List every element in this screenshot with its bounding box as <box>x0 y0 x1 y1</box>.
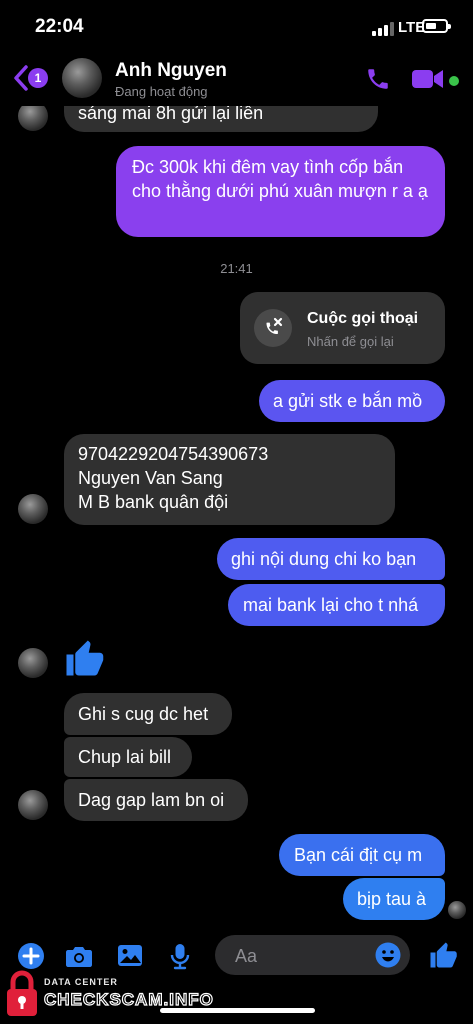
message-text: Đc 300k khi đêm vay tình cốp bắn cho thằ… <box>132 157 428 201</box>
message-incoming[interactable]: 9704229204754390673 Nguyen Van Sang M B … <box>64 434 395 525</box>
message-incoming[interactable]: Dag gap lam bn oi <box>64 779 248 821</box>
time-divider: 21:41 <box>220 261 253 276</box>
message-text: bịp tau à <box>357 889 427 909</box>
thumbs-up-icon[interactable] <box>62 637 106 679</box>
unread-badge[interactable]: 1 <box>28 68 48 88</box>
lock-icon <box>7 970 37 1016</box>
contact-name[interactable]: Anh Nguyen <box>115 60 227 82</box>
sender-avatar[interactable] <box>18 648 48 678</box>
message-outgoing[interactable]: mai bank lại cho t nhá <box>228 584 445 626</box>
seen-avatar <box>448 901 466 919</box>
message-text: Bạn cái địt cụ m <box>294 845 423 865</box>
message-text: mai bank lại cho t nhá <box>243 595 419 615</box>
sender-avatar[interactable] <box>18 494 48 524</box>
bank-name-text: M B bank quân đội <box>78 492 229 512</box>
message-text: Ghi s cug dc het <box>78 704 209 724</box>
video-call-icon[interactable] <box>412 68 444 90</box>
message-outgoing[interactable]: ghi nội dung chi ko bạn <box>217 538 445 580</box>
chat-header: 1 Anh Nguyen Đang hoạt động <box>0 50 473 106</box>
account-number-text: 9704229204754390673 <box>78 444 269 464</box>
message-text: Chup lai bill <box>78 747 172 767</box>
status-time: 22:04 <box>35 16 84 37</box>
signal-icon <box>372 22 394 36</box>
watermark-line2: CHECKSCAM.INFO <box>43 989 214 1009</box>
message-text: ghi nội dung chi ko bạn <box>231 549 417 569</box>
message-text: Dag gap lam bn oi <box>78 790 225 810</box>
message-outgoing[interactable]: Đc 300k khi đêm vay tình cốp bắn cho thằ… <box>116 146 445 237</box>
call-bubble[interactable]: Cuộc gọi thoại Nhấn để gọi lại <box>240 292 445 364</box>
message-input-field[interactable] <box>215 935 410 977</box>
watermark: DATA CENTER CHECKSCAM.INFO <box>2 966 213 1022</box>
phone-call-icon[interactable] <box>365 66 391 92</box>
battery-icon <box>422 19 451 33</box>
home-indicator[interactable] <box>160 1008 315 1013</box>
message-text: sáng mai 8h gửi lại liền <box>78 103 264 123</box>
missed-call-icon <box>254 309 292 347</box>
message-incoming[interactable]: Chup lai bill <box>64 737 192 777</box>
message-outgoing[interactable]: a gửi stk e bắn mồ <box>259 380 445 422</box>
call-subtitle: Nhấn để gọi lại <box>307 334 394 349</box>
call-title: Cuộc gọi thoại <box>307 310 419 327</box>
status-bar: 22:04 LTE <box>0 0 473 50</box>
sender-avatar[interactable] <box>18 790 48 820</box>
contact-avatar[interactable] <box>62 58 102 98</box>
message-outgoing[interactable]: Bạn cái địt cụ m <box>279 834 445 876</box>
emoji-icon[interactable] <box>375 942 401 968</box>
watermark-line1: DATA CENTER <box>44 977 118 987</box>
online-indicator <box>449 76 459 86</box>
message-outgoing[interactable]: bịp tau à <box>343 878 445 920</box>
account-name-text: Nguyen Van Sang <box>78 468 223 488</box>
message-input[interactable] <box>233 935 377 977</box>
like-icon[interactable] <box>428 940 458 970</box>
contact-status: Đang hoạt động <box>115 84 208 99</box>
message-text: a gửi stk e bắn mồ <box>273 391 423 411</box>
message-incoming[interactable]: Ghi s cug dc het <box>64 693 232 735</box>
